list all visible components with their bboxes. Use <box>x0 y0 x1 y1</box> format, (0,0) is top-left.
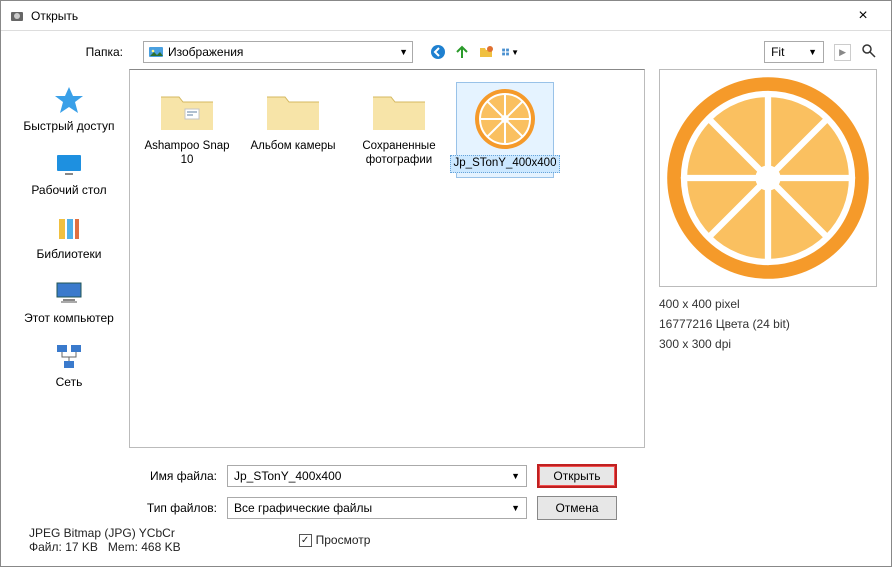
chevron-down-icon: ▼ <box>808 47 817 57</box>
sidebar-item-desktop[interactable]: Рабочий стол <box>31 149 106 197</box>
fit-value: Fit <box>771 45 784 59</box>
preview-checkbox-label: Просмотр <box>316 533 371 547</box>
sidebar-item-label: Этот компьютер <box>24 311 114 325</box>
statusbar: JPEG Bitmap (JPG) YCbCr Файл: 17 KB Mem:… <box>1 520 891 566</box>
zoom-icon[interactable] <box>861 43 877 62</box>
back-icon[interactable] <box>429 43 447 61</box>
file-name: Ashampoo Snap 10 <box>141 139 233 169</box>
preview-controls: Fit ▼ ▶ <box>764 41 877 63</box>
sidebar-item-label: Быстрый доступ <box>23 119 114 133</box>
computer-icon <box>53 277 85 309</box>
sidebar-item-computer[interactable]: Этот компьютер <box>24 277 114 325</box>
filetype-row: Тип файлов: Все графические файлы ▼ Отме… <box>129 496 645 520</box>
status-text: JPEG Bitmap (JPG) YCbCr Файл: 17 KB Mem:… <box>29 526 181 554</box>
file-name: Сохраненные фотографии <box>353 139 445 169</box>
folder-icon <box>263 87 323 135</box>
filename-label: Имя файла: <box>129 469 217 483</box>
filetype-label: Тип файлов: <box>129 501 217 515</box>
app-icon <box>9 8 25 24</box>
checkbox-icon: ✓ <box>299 534 312 547</box>
views-icon[interactable]: ▼ <box>501 43 519 61</box>
chevron-down-icon: ▼ <box>511 503 520 513</box>
status-format: JPEG Bitmap (JPG) YCbCr <box>29 526 181 540</box>
preview-colors: 16777216 Цвета (24 bit) <box>659 317 877 331</box>
nav-toolbar: ▼ <box>429 43 519 61</box>
file-item-folder[interactable]: Ashampoo Snap 10 <box>138 82 236 178</box>
preview-dpi: 300 x 300 dpi <box>659 337 877 351</box>
filename-value: Jp_STonY_400x400 <box>234 469 341 483</box>
filetype-value: Все графические файлы <box>234 501 372 515</box>
preview-pane: 400 x 400 pixel 16777216 Цвета (24 bit) … <box>659 67 877 520</box>
files-area: Ashampoo Snap 10 Альбом камеры Сохраненн… <box>129 67 645 520</box>
chevron-down-icon: ▼ <box>399 47 408 57</box>
filename-input[interactable]: Jp_STonY_400x400 ▼ <box>227 465 527 487</box>
folder-icon <box>157 87 217 135</box>
file-list[interactable]: Ashampoo Snap 10 Альбом камеры Сохраненн… <box>129 69 645 448</box>
preview-checkbox[interactable]: ✓ Просмотр <box>299 533 371 547</box>
sidebar-item-label: Рабочий стол <box>31 183 106 197</box>
preview-image <box>659 69 877 287</box>
orange-preview <box>663 73 873 283</box>
desktop-icon <box>53 149 85 181</box>
star-icon <box>53 85 85 117</box>
open-button[interactable]: Открыть <box>537 464 617 488</box>
chevron-down-icon: ▼ <box>511 471 520 481</box>
folder-dropdown[interactable]: Изображения ▼ <box>143 41 413 63</box>
play-icon[interactable]: ▶ <box>834 44 851 61</box>
open-dialog: Открыть × Папка: Изображения ▼ ▼ Fit ▼ ▶ <box>0 0 892 567</box>
new-folder-icon[interactable] <box>477 43 495 61</box>
preview-dimensions: 400 x 400 pixel <box>659 297 877 311</box>
status-sizes: Файл: 17 KB Mem: 468 KB <box>29 540 181 554</box>
file-item-image[interactable]: Jp_STonY_400x400 <box>456 82 554 178</box>
bottom-inputs: Имя файла: Jp_STonY_400x400 ▼ Открыть Ти… <box>129 448 645 520</box>
folder-value: Изображения <box>168 45 243 59</box>
up-icon[interactable] <box>453 43 471 61</box>
sidebar-item-network[interactable]: Сеть <box>53 341 85 389</box>
file-name: Jp_STonY_400x400 <box>450 155 561 173</box>
preview-meta: 400 x 400 pixel 16777216 Цвета (24 bit) … <box>659 297 877 351</box>
folder-icon <box>369 87 429 135</box>
sidebar-item-libraries[interactable]: Библиотеки <box>36 213 101 261</box>
titlebar: Открыть × <box>1 1 891 31</box>
orange-thumbnail <box>473 87 537 151</box>
file-item-folder[interactable]: Сохраненные фотографии <box>350 82 448 178</box>
main-area: Быстрый доступ Рабочий стол Библиотеки Э… <box>1 67 891 520</box>
sidebar-item-label: Сеть <box>56 375 83 389</box>
close-button[interactable]: × <box>843 7 883 25</box>
folder-label: Папка: <box>15 45 135 59</box>
file-item-folder[interactable]: Альбом камеры <box>244 82 342 178</box>
libraries-icon <box>53 213 85 245</box>
topbar: Папка: Изображения ▼ ▼ Fit ▼ ▶ <box>1 31 891 67</box>
sidebar-item-quickaccess[interactable]: Быстрый доступ <box>23 85 114 133</box>
window-title: Открыть <box>31 9 843 23</box>
fit-dropdown[interactable]: Fit ▼ <box>764 41 824 63</box>
file-name: Альбом камеры <box>247 139 338 155</box>
cancel-button[interactable]: Отмена <box>537 496 617 520</box>
filename-row: Имя файла: Jp_STonY_400x400 ▼ Открыть <box>129 464 645 488</box>
sidebar-item-label: Библиотеки <box>36 247 101 261</box>
places-sidebar: Быстрый доступ Рабочий стол Библиотеки Э… <box>9 67 129 520</box>
pictures-icon <box>148 44 164 60</box>
filetype-dropdown[interactable]: Все графические файлы ▼ <box>227 497 527 519</box>
network-icon <box>53 341 85 373</box>
